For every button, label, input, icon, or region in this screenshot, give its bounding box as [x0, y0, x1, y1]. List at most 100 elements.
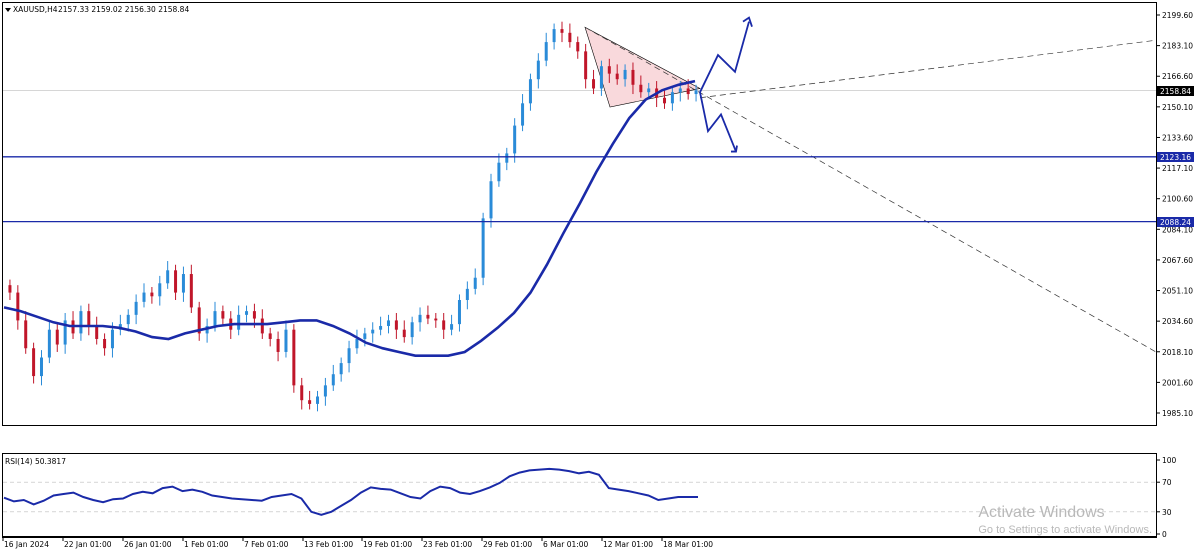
candle-body — [670, 92, 674, 104]
candle-body — [181, 274, 185, 293]
price-tick-label: 2067.60 — [1162, 256, 1193, 265]
rsi-tick-label: 30 — [1162, 508, 1172, 517]
candle-body — [150, 292, 154, 297]
candle-body — [126, 314, 130, 325]
ohlc-label: 2157.33 2159.02 2156.30 2158.84 — [58, 5, 189, 14]
candle-body — [300, 385, 304, 401]
candle-body — [32, 348, 36, 377]
candle-body — [623, 69, 627, 80]
time-tick-label: 6 Mar 01:00 — [543, 540, 589, 549]
candle-body — [323, 385, 327, 397]
candle-body — [47, 329, 51, 358]
candle-body — [394, 320, 398, 330]
candle-body — [592, 79, 596, 89]
time-tick-label: 29 Feb 01:00 — [483, 540, 532, 549]
candle-body — [489, 181, 493, 219]
candle-body — [103, 338, 107, 349]
rsi-tick-label: 0 — [1162, 530, 1167, 539]
candle-body — [292, 329, 296, 386]
time-tick-label: 19 Feb 01:00 — [363, 540, 412, 549]
time-tick-label: 16 Jan 2024 — [4, 540, 49, 549]
level-label-2: 2088.24 — [1160, 218, 1191, 227]
candle-body — [95, 325, 99, 339]
triangle-down-icon[interactable] — [5, 8, 11, 12]
candle-body — [158, 283, 162, 297]
dashed-trendline-up — [699, 39, 1157, 99]
candle-body — [599, 66, 603, 89]
candle-body — [379, 325, 383, 330]
scenario-arrows — [699, 16, 753, 153]
candle-body — [513, 125, 517, 154]
symbol-label: XAUUSD,H4 — [13, 5, 58, 14]
candle-body — [686, 88, 690, 95]
price-axis: 2199.60 2183.10 2166.60 2150.10 2133.60 2117.… — [1156, 11, 1193, 418]
time-tick-label: 1 Feb 01:00 — [184, 540, 229, 549]
price-tick-label: 1985.10 — [1162, 409, 1193, 418]
candle-body — [331, 374, 335, 386]
levels-layer — [3, 156, 1156, 223]
candle-body — [536, 60, 540, 80]
time-axis: 16 Jan 2024 22 Jan 01:00 26 Jan 01:00 1 Feb… — [2, 537, 713, 549]
current-price-label: 2158.84 — [1160, 87, 1191, 96]
candle-body — [457, 300, 461, 325]
price-tick-label: 2117.10 — [1162, 164, 1193, 173]
watermark-title: Activate Windows — [978, 504, 1105, 521]
windows-activation-watermark: Activate Windows Go to Settings to activ… — [978, 504, 1152, 536]
candle-body — [55, 329, 59, 345]
candle-body — [647, 88, 651, 93]
candle-body — [110, 329, 114, 349]
time-tick-label: 26 Jan 01:00 — [124, 540, 172, 549]
candle-body — [16, 292, 20, 321]
candle-body — [339, 363, 343, 375]
time-tick-label: 7 Feb 01:00 — [244, 540, 289, 549]
price-tick-label: 2150.10 — [1162, 103, 1193, 112]
pattern-layer — [584, 26, 1157, 353]
candle-body — [434, 318, 438, 321]
level-label-1: 2123.16 — [1160, 153, 1191, 162]
candle-body — [347, 348, 351, 364]
candle-body — [442, 320, 446, 330]
time-tick-label: 13 Feb 01:00 — [304, 540, 353, 549]
candle-body — [260, 318, 264, 334]
candle-body — [402, 329, 406, 338]
candle-body — [450, 324, 454, 330]
candle-body — [410, 322, 414, 338]
price-tick-label: 2199.60 — [1162, 11, 1193, 20]
candle-body — [497, 162, 501, 182]
candle-body — [418, 314, 422, 323]
candle-body — [237, 314, 241, 330]
candle-body — [426, 314, 430, 319]
candle-body — [316, 396, 320, 404]
candle-body — [481, 218, 485, 278]
candle-body — [268, 333, 272, 339]
candle-body — [371, 329, 375, 334]
price-tick-label: 2051.10 — [1162, 287, 1193, 296]
candle-body — [607, 66, 611, 74]
candle-body — [639, 84, 643, 93]
candle-body — [189, 274, 193, 308]
candle-body — [24, 320, 28, 349]
candle-body — [568, 32, 572, 43]
candle-body — [174, 270, 178, 293]
candle-body — [134, 301, 138, 315]
watermark-subtitle: Go to Settings to activate Windows. — [978, 524, 1152, 536]
candle-body — [142, 292, 146, 302]
time-tick-label: 12 Mar 01:00 — [603, 540, 653, 549]
price-tick-label: 2133.60 — [1162, 133, 1193, 142]
price-tick-label: 2100.60 — [1162, 195, 1193, 204]
rsi-line — [3, 467, 698, 516]
price-tick-label: 2018.10 — [1162, 348, 1193, 357]
bearish-arrow-path — [699, 92, 737, 152]
candle-body — [521, 103, 525, 126]
chart[interactable]: 2199.60 2183.10 2166.60 2150.10 2133.60 2117.… — [0, 0, 1200, 554]
rsi-tick-label: 100 — [1162, 456, 1177, 465]
candle-body — [284, 329, 288, 352]
rsi-label: RSI(14) 50.3817 — [5, 457, 66, 466]
candle-body — [631, 69, 635, 85]
chart-svg[interactable]: 2199.60 2183.10 2166.60 2150.10 2133.60 2117.… — [0, 0, 1200, 554]
candle-body — [544, 42, 548, 61]
time-tick-label: 23 Feb 01:00 — [423, 540, 472, 549]
candle-body — [560, 29, 564, 33]
candle-body — [245, 311, 249, 315]
price-tick-label: 2183.10 — [1162, 42, 1193, 51]
